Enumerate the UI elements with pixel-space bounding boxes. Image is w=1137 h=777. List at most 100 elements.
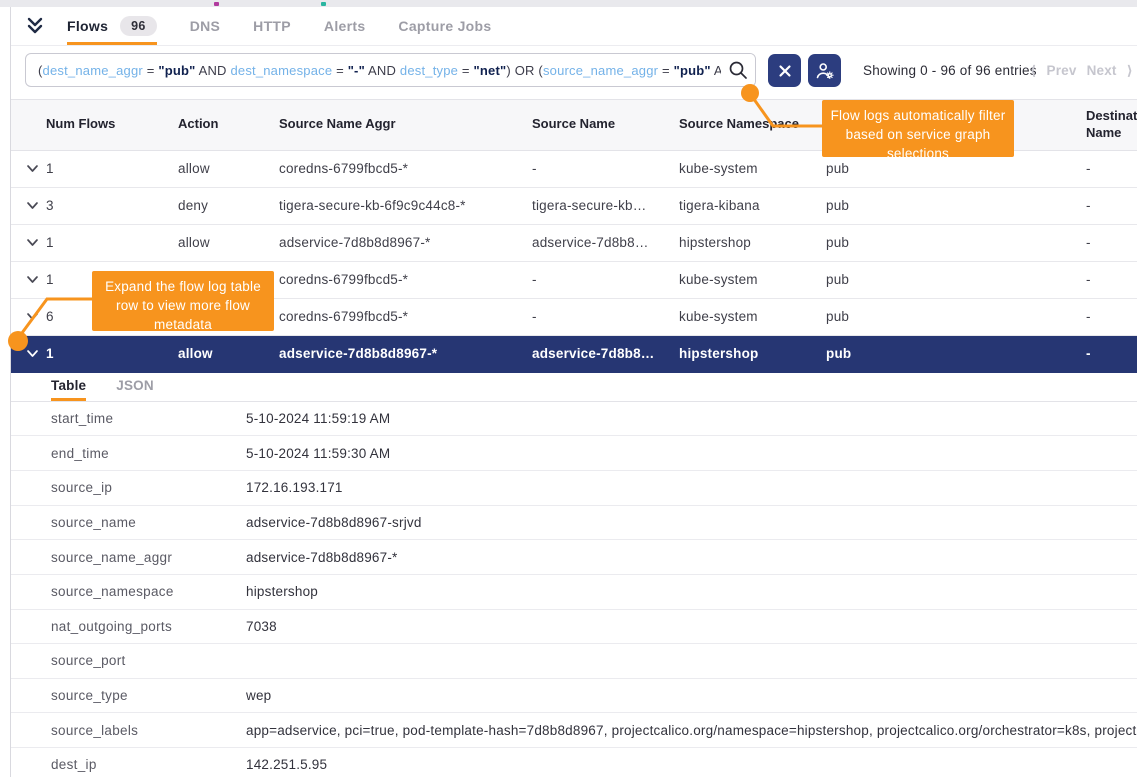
detail-row-source-labels: source_labelsapp=adservice, pci=true, po…: [11, 713, 1137, 748]
prev-chevron-icon: ⟨: [1030, 63, 1036, 79]
entries-count-text: Showing 0 - 96 of 96 entries: [863, 63, 1037, 78]
clipped-top-toolbar: [0, 0, 1137, 7]
next-page-button[interactable]: Next: [1087, 63, 1117, 79]
tab-http[interactable]: HTTP: [253, 7, 291, 45]
detail-row-dest-ip: dest_ip142.251.5.95: [11, 748, 1137, 777]
expand-row-button[interactable]: [11, 262, 41, 298]
detail-value: 142.251.5.95: [246, 757, 1137, 772]
next-chevron-icon: ⟩: [1127, 63, 1133, 79]
tab-alerts[interactable]: Alerts: [324, 7, 365, 45]
detail-value: 7038: [246, 619, 1137, 634]
cell-source_name: -: [526, 262, 671, 298]
tab-label: Alerts: [324, 18, 365, 34]
cell-source_namespace: hipstershop: [671, 336, 821, 372]
callout-filter-tooltip: Flow logs automatically filter based on …: [822, 100, 1014, 157]
column-header-action[interactable]: Action: [171, 100, 271, 150]
collapse-panel-button[interactable]: [23, 7, 47, 45]
user-settings-button[interactable]: [808, 54, 841, 87]
tab-count-badge: 96: [120, 16, 157, 36]
cell-dest_name_aggr: pub: [821, 225, 1076, 261]
cell-source_namespace: hipstershop: [671, 225, 821, 261]
cell-dest_name_aggr: pub: [821, 262, 1076, 298]
expand-row-button[interactable]: [11, 225, 41, 261]
pagination: ⟨ Prev Next ⟩: [1030, 63, 1133, 79]
user-gear-icon: [815, 61, 835, 81]
flow-table-row[interactable]: 1allowadservice-7d8b8d8967-*adservice-7d…: [11, 225, 1137, 262]
detail-value: app=adservice, pci=true, pod-template-ha…: [246, 723, 1137, 738]
cell-dest_name_aggr: pub: [821, 299, 1076, 335]
cell-source_name_aggr: coredns-6799fbcd5-*: [271, 151, 526, 187]
cell-source_name_aggr: adservice-7d8b8d8967-*: [271, 336, 526, 372]
query-token-op: AND: [711, 63, 721, 78]
cell-num_flows: 1: [41, 151, 171, 187]
detail-key: source_namespace: [51, 584, 246, 599]
detail-value: adservice-7d8b8d8967-*: [246, 550, 1137, 565]
clipped-toolbar-fragment: [321, 2, 326, 6]
detail-key: nat_outgoing_ports: [51, 619, 246, 634]
cell-action: allow: [171, 151, 271, 187]
flow-log-tabbar: Flows96 DNS HTTP Alerts Capture Jobs: [11, 7, 1137, 46]
cell-source_name: -: [526, 151, 671, 187]
tab-capture-jobs[interactable]: Capture Jobs: [398, 7, 491, 45]
column-header-source-name[interactable]: Source Name: [526, 100, 671, 150]
flow-detail-tabbar: Table JSON: [11, 373, 1137, 402]
cell-source_namespace: kube-system: [671, 299, 821, 335]
cell-source_name: tigera-secure-kb…: [526, 188, 671, 224]
query-token-op: ) OR (: [506, 63, 543, 78]
flow-table-body: 1allowcoredns-6799fbcd5-*-kube-systempub…: [11, 151, 1137, 373]
detail-row-source-ip: source_ip172.16.193.171: [11, 471, 1137, 506]
cell-destination_name: -: [1076, 225, 1137, 261]
detail-tab-table[interactable]: Table: [51, 373, 86, 401]
tab-dns[interactable]: DNS: [190, 7, 220, 45]
column-header-source-namespace[interactable]: Source Namespace: [671, 100, 821, 150]
flow-table-row[interactable]: 3denytigera-secure-kb-6f9c9c44c8-*tigera…: [11, 188, 1137, 225]
tab-flows[interactable]: Flows96: [67, 7, 157, 45]
detail-row-source-namespace: source_namespacehipstershop: [11, 575, 1137, 610]
filter-query-input[interactable]: (dest_name_aggr = "pub" AND dest_namespa…: [25, 53, 756, 87]
cell-source_name_aggr: tigera-secure-kb-6f9c9c44c8-*: [271, 188, 526, 224]
detail-key: source_name: [51, 515, 246, 530]
query-token-field: dest_type: [400, 63, 458, 78]
tab-label: Capture Jobs: [398, 18, 491, 34]
detail-value: wep: [246, 688, 1137, 703]
cell-destination_name: -: [1076, 336, 1137, 372]
detail-key: source_ip: [51, 480, 246, 495]
cell-source_name_aggr: coredns-6799fbcd5-*: [271, 299, 526, 335]
filter-query-text[interactable]: (dest_name_aggr = "pub" AND dest_namespa…: [26, 63, 721, 78]
detail-row-source-name-aggr: source_name_aggradservice-7d8b8d8967-*: [11, 540, 1137, 575]
detail-row-source-name: source_nameadservice-7d8b8d8967-srjvd: [11, 506, 1137, 541]
detail-value: hipstershop: [246, 584, 1137, 599]
query-token-op: =: [458, 63, 473, 78]
chevron-down-icon: [26, 201, 39, 210]
cell-num_flows: 1: [41, 336, 171, 372]
cell-destination_name: -: [1076, 262, 1137, 298]
detail-tab-json[interactable]: JSON: [116, 373, 154, 401]
detail-row-source-type: source_typewep: [11, 679, 1137, 714]
detail-key: start_time: [51, 411, 246, 426]
cell-action: allow: [171, 336, 271, 372]
search-button[interactable]: [721, 54, 755, 86]
expand-row-button[interactable]: [11, 151, 41, 187]
expand-row-button[interactable]: [11, 188, 41, 224]
chevron-down-icon: [26, 312, 39, 321]
flow-table-row[interactable]: 1allowadservice-7d8b8d8967-*adservice-7d…: [11, 336, 1137, 373]
double-chevron-down-icon: [24, 16, 46, 36]
tab-label: HTTP: [253, 18, 291, 34]
flow-log-tabs: Flows96 DNS HTTP Alerts Capture Jobs: [67, 7, 524, 45]
expand-row-button[interactable]: [11, 336, 41, 372]
column-header-source-name-aggr[interactable]: Source Name Aggr: [271, 100, 526, 150]
chevron-down-icon: [26, 164, 39, 173]
cell-source_namespace: kube-system: [671, 151, 821, 187]
detail-key: dest_ip: [51, 757, 246, 772]
cell-source_name: adservice-7d8b8…: [526, 336, 671, 372]
column-header-destination-name[interactable]: Destination Name: [1076, 100, 1137, 150]
cell-source_namespace: tigera-kibana: [671, 188, 821, 224]
cell-destination_name: -: [1076, 151, 1137, 187]
column-header-num-flows[interactable]: Num Flows: [41, 100, 171, 150]
detail-key: source_labels: [51, 723, 246, 738]
prev-page-button[interactable]: Prev: [1046, 63, 1076, 79]
clear-filter-button[interactable]: [768, 54, 801, 87]
expand-row-button[interactable]: [11, 299, 41, 335]
detail-key: source_name_aggr: [51, 550, 246, 565]
flow-detail-table: start_time5-10-2024 11:59:19 AMend_time5…: [11, 402, 1137, 777]
